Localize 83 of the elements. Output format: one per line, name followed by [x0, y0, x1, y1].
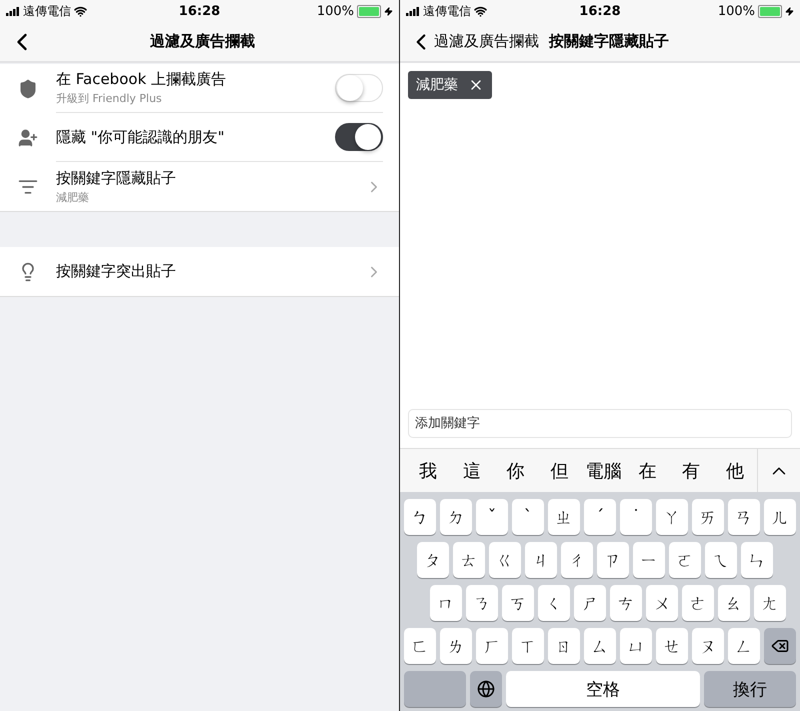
backspace-icon: [771, 637, 789, 655]
row-subtitle: 減肥藥: [56, 190, 90, 204]
globe-key[interactable]: [470, 671, 502, 707]
keyboard-key[interactable]: ㄗ: [597, 542, 629, 578]
signal-icon: [6, 6, 20, 16]
row-title: 按關鍵字突出貼子: [56, 262, 177, 281]
nav-title: 過濾及廣告攔截: [149, 32, 256, 51]
battery-icon: [356, 4, 381, 18]
row-title: 在 Facebook 上攔截廣告: [56, 70, 228, 89]
keyboard-key[interactable]: ㄎ: [502, 585, 534, 621]
keyboard-key[interactable]: ㄖ: [548, 628, 580, 664]
delete-key[interactable]: [764, 628, 796, 664]
keyboard-key[interactable]: ㄞ: [692, 499, 724, 535]
back-link[interactable]: 過濾及廣告攔截: [434, 32, 539, 51]
keyboard-key[interactable]: ㄈ: [404, 628, 436, 664]
keyboard-key[interactable]: ㄘ: [610, 585, 642, 621]
keyboard-key[interactable]: ㄟ: [705, 542, 737, 578]
keyboard-key[interactable]: ˙: [620, 499, 652, 535]
keyboard-key[interactable]: ㄌ: [440, 628, 472, 664]
keyboard-key[interactable]: ㄐ: [525, 542, 557, 578]
toggle-switch[interactable]: [335, 123, 383, 151]
row-title: 隱藏 "你可能認識的朋友": [56, 128, 226, 146]
row-title: 按關鍵字隱藏貼子: [56, 168, 177, 188]
keyboard-key[interactable]: ㄑ: [538, 585, 570, 621]
keyboard-key[interactable]: ㄉ: [440, 499, 472, 535]
wifi-icon: [474, 4, 487, 18]
keyboard-key[interactable]: ㄢ: [728, 499, 760, 535]
candidate-word[interactable]: 這: [450, 458, 494, 482]
candidate-word[interactable]: 我: [406, 458, 450, 482]
keyboard-key[interactable]: ㄇ: [430, 585, 462, 621]
candidate-word[interactable]: 你: [494, 458, 538, 482]
clock-time: 16:28: [579, 4, 621, 18]
space-key[interactable]: 空格: [506, 671, 700, 707]
keyboard-key[interactable]: ㄆ: [417, 542, 449, 578]
keyboard-key[interactable]: ㄤ: [754, 585, 786, 621]
charging-icon: [784, 6, 794, 16]
keyboard-key[interactable]: ㄦ: [764, 499, 796, 535]
keyboard-key[interactable]: ㄊ: [453, 542, 485, 578]
keyboard-key[interactable]: ㄠ: [718, 585, 750, 621]
keyboard-key[interactable]: ㄥ: [728, 628, 760, 664]
row-subtitle: 升級到 Friendly Plus: [56, 91, 163, 106]
keyboard-key[interactable]: ㄓ: [548, 499, 580, 535]
keyboard-key[interactable]: ˋ: [512, 499, 544, 535]
add-friend-icon: [18, 128, 38, 148]
candidate-word[interactable]: 他: [713, 458, 757, 482]
keyboard-key[interactable]: ㄜ: [682, 585, 714, 621]
keyword-chip[interactable]: 減肥藥: [408, 71, 492, 99]
keyboard-key[interactable]: ㄕ: [574, 585, 606, 621]
keyboard-key[interactable]: ㄩ: [620, 628, 652, 664]
keyboard-key[interactable]: ㄡ: [692, 628, 724, 664]
clock-time: 16:28: [178, 4, 220, 18]
candidate-word[interactable]: 有: [669, 458, 714, 482]
keyboard-key[interactable]: ㄚ: [656, 499, 688, 535]
wifi-icon: [74, 4, 87, 18]
keyboard-key[interactable]: ㄍ: [489, 542, 521, 578]
keyboard-key[interactable]: ㄛ: [669, 542, 701, 578]
keyboard-key[interactable]: ㄨ: [646, 585, 678, 621]
keyboard-key[interactable]: ㄒ: [512, 628, 544, 664]
battery-percent: 100%: [718, 4, 755, 18]
keyboard-key[interactable]: ㄏ: [476, 628, 508, 664]
battery-percent: 100%: [316, 4, 354, 18]
carrier-name: 遠傳電信: [23, 2, 71, 20]
signal-icon: [406, 6, 420, 16]
keyword-input-field[interactable]: 添加關鍵字: [408, 409, 792, 438]
carrier-name: 遠傳電信: [423, 2, 471, 20]
charging-icon: [384, 6, 393, 16]
candidate-word[interactable]: 在: [625, 458, 670, 482]
return-key[interactable]: 換行: [704, 671, 796, 707]
shield-icon: [18, 78, 38, 98]
keyboard-key[interactable]: ㄧ: [633, 542, 665, 578]
keyboard-key[interactable]: ˊ: [584, 499, 616, 535]
candidate-word[interactable]: 電腦: [582, 458, 626, 482]
keyboard-key[interactable]: ㄔ: [561, 542, 593, 578]
keyboard-key[interactable]: ㄣ: [741, 542, 773, 578]
keyboard-key[interactable]: ㄅ: [404, 499, 436, 535]
battery-icon: [758, 4, 782, 18]
keyboard-key[interactable]: ㄙ: [584, 628, 616, 664]
globe-icon: [477, 680, 495, 698]
nav-title: 按關鍵字隱藏貼子: [549, 32, 669, 51]
candidate-word[interactable]: 但: [538, 458, 582, 482]
keyboard-key[interactable]: ˇ: [476, 499, 508, 535]
keyboard-key[interactable]: ㄝ: [656, 628, 688, 664]
keyboard-key[interactable]: ㄋ: [466, 585, 498, 621]
